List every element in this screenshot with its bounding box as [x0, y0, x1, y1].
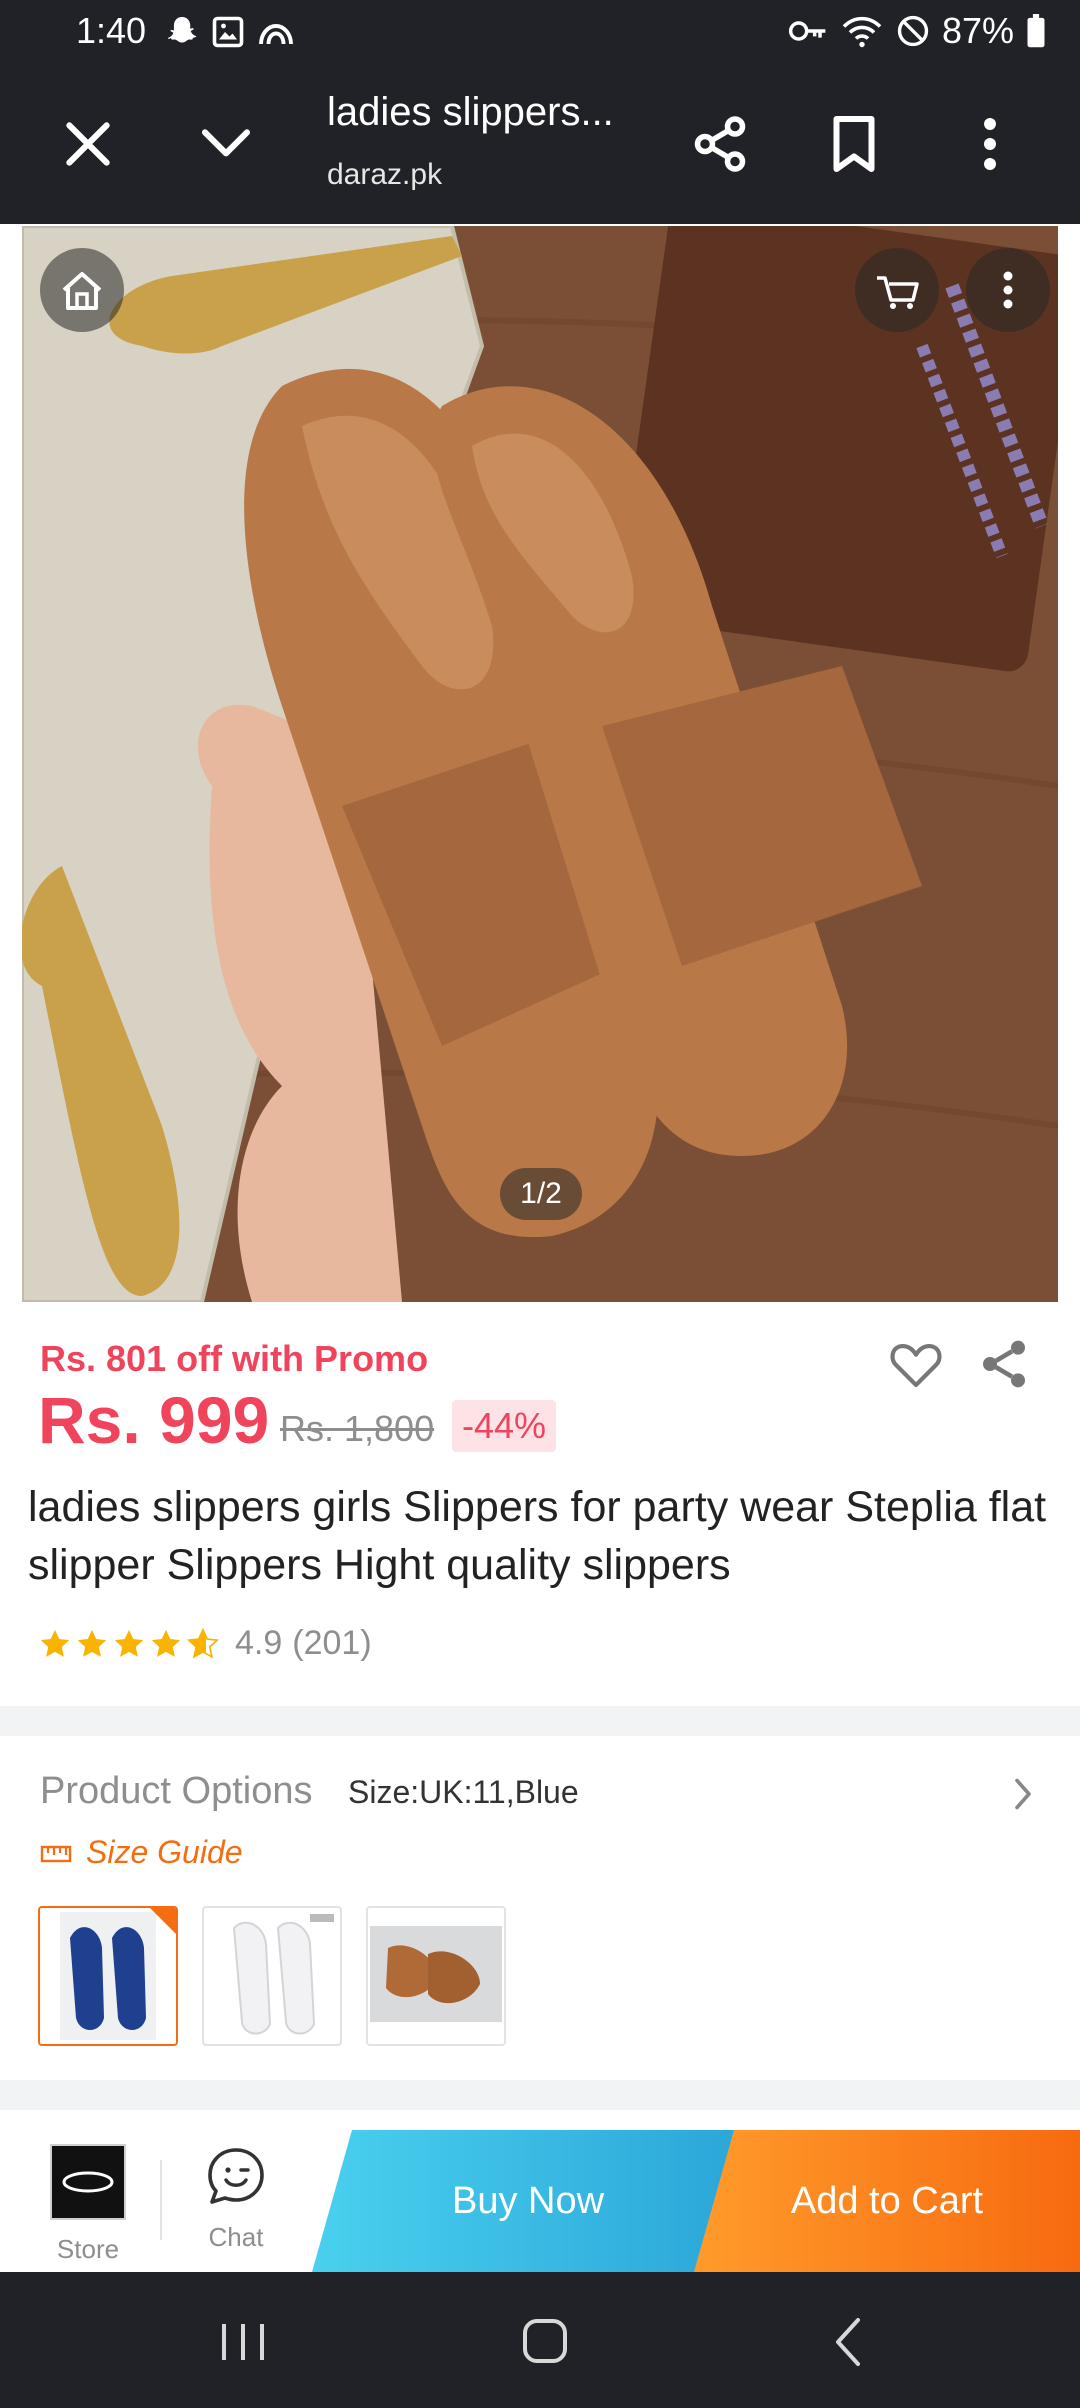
home-button[interactable]	[40, 248, 124, 332]
rating-count: (201)	[292, 1624, 372, 1662]
selected-corner-marker	[150, 1908, 176, 1934]
original-price: Rs. 1,800	[280, 1408, 435, 1449]
half-star-icon	[186, 1627, 220, 1659]
star-icon	[40, 1629, 70, 1657]
gallery-icon	[212, 16, 244, 48]
vpn-key-icon	[788, 21, 826, 41]
cart-button[interactable]	[855, 248, 939, 332]
cloud-icon	[259, 24, 293, 45]
variant-thumbnail-tan[interactable]	[366, 1906, 506, 2046]
store-label: Store	[56, 2234, 120, 2264]
recent-apps-icon[interactable]	[218, 2320, 268, 2364]
bookmark-icon[interactable]	[828, 114, 880, 174]
share-icon[interactable]	[690, 112, 750, 176]
size-guide-link[interactable]: Size Guide	[40, 1834, 243, 1871]
image-counter: 1/2	[500, 1168, 582, 1220]
current-price: Rs. 999	[38, 1383, 270, 1457]
product-options-value: Size:UK:11,Blue	[348, 1774, 579, 1810]
more-vertical-icon	[1003, 271, 1013, 309]
image-more-button[interactable]	[966, 248, 1050, 332]
white-slipper-image	[232, 1914, 334, 2035]
product-image-carousel[interactable]: 1/2	[22, 226, 1058, 1302]
status-time: 1:40	[76, 10, 147, 51]
chat-label: Chat	[208, 2222, 264, 2252]
system-status-icons: 87%	[788, 10, 1046, 52]
chat-icon	[208, 2148, 264, 2204]
product-title: ladies slippers girls Slippers for party…	[28, 1483, 1047, 1589]
notification-icons	[164, 14, 296, 50]
close-icon[interactable]	[60, 116, 116, 172]
page-domain: daraz.pk	[327, 158, 443, 191]
tan-slipper-image	[370, 1926, 502, 2022]
section-divider	[0, 1706, 1080, 1736]
bottom-action-bar: Store Chat Buy Now Add to Cart	[0, 2130, 1080, 2272]
status-bar: 1:40 87%	[0, 0, 1080, 66]
size-guide-label: Size Guide	[86, 1834, 243, 1870]
battery-percent: 87%	[941, 10, 1014, 51]
star-icon	[151, 1629, 181, 1657]
wifi-icon	[842, 16, 882, 48]
store-logo-mark	[62, 2171, 114, 2193]
ruler-icon	[40, 1845, 72, 1862]
chat-button[interactable]: Chat	[186, 2144, 286, 2264]
page-title: ladies slippers...	[327, 90, 614, 134]
chevron-down-icon[interactable]	[196, 116, 256, 172]
rating-value: 4.9	[235, 1624, 283, 1662]
variant-thumbnail-white[interactable]	[202, 1906, 342, 2046]
cart-icon	[877, 276, 919, 309]
discount-badge: -44%	[452, 1400, 557, 1452]
add-to-cart-button[interactable]: Add to Cart	[694, 2130, 1080, 2272]
store-button[interactable]: Store	[38, 2144, 138, 2264]
promo-text: Rs. 801 off with Promo	[40, 1338, 429, 1379]
home-icon	[62, 272, 102, 310]
snapchat-icon	[167, 17, 197, 43]
more-vertical-icon[interactable]	[968, 114, 1012, 174]
divider	[160, 2160, 162, 2240]
home-nav-icon[interactable]	[520, 2316, 570, 2366]
section-divider	[0, 2080, 1080, 2110]
back-icon[interactable]	[828, 2316, 868, 2368]
buy-now-button[interactable]: Buy Now	[312, 2130, 744, 2272]
product-photo	[22, 226, 1058, 1302]
star-icon	[114, 1629, 144, 1657]
product-options-label: Product Options	[40, 1770, 313, 1812]
variant-thumbnail-blue[interactable]	[38, 1906, 178, 2046]
battery-icon	[1027, 14, 1045, 48]
star-icon	[77, 1629, 107, 1657]
rating-row[interactable]: 4.9 (201)	[38, 1624, 372, 1663]
chevron-right-icon[interactable]	[1010, 1776, 1036, 1812]
system-navigation-bar	[0, 2272, 1080, 2408]
heart-icon[interactable]	[888, 1336, 944, 1392]
store-logo	[50, 2144, 126, 2220]
share-icon[interactable]	[976, 1336, 1032, 1392]
browser-toolbar: ladies slippers... daraz.pk	[0, 66, 1080, 224]
do-not-disturb-icon	[897, 15, 929, 47]
